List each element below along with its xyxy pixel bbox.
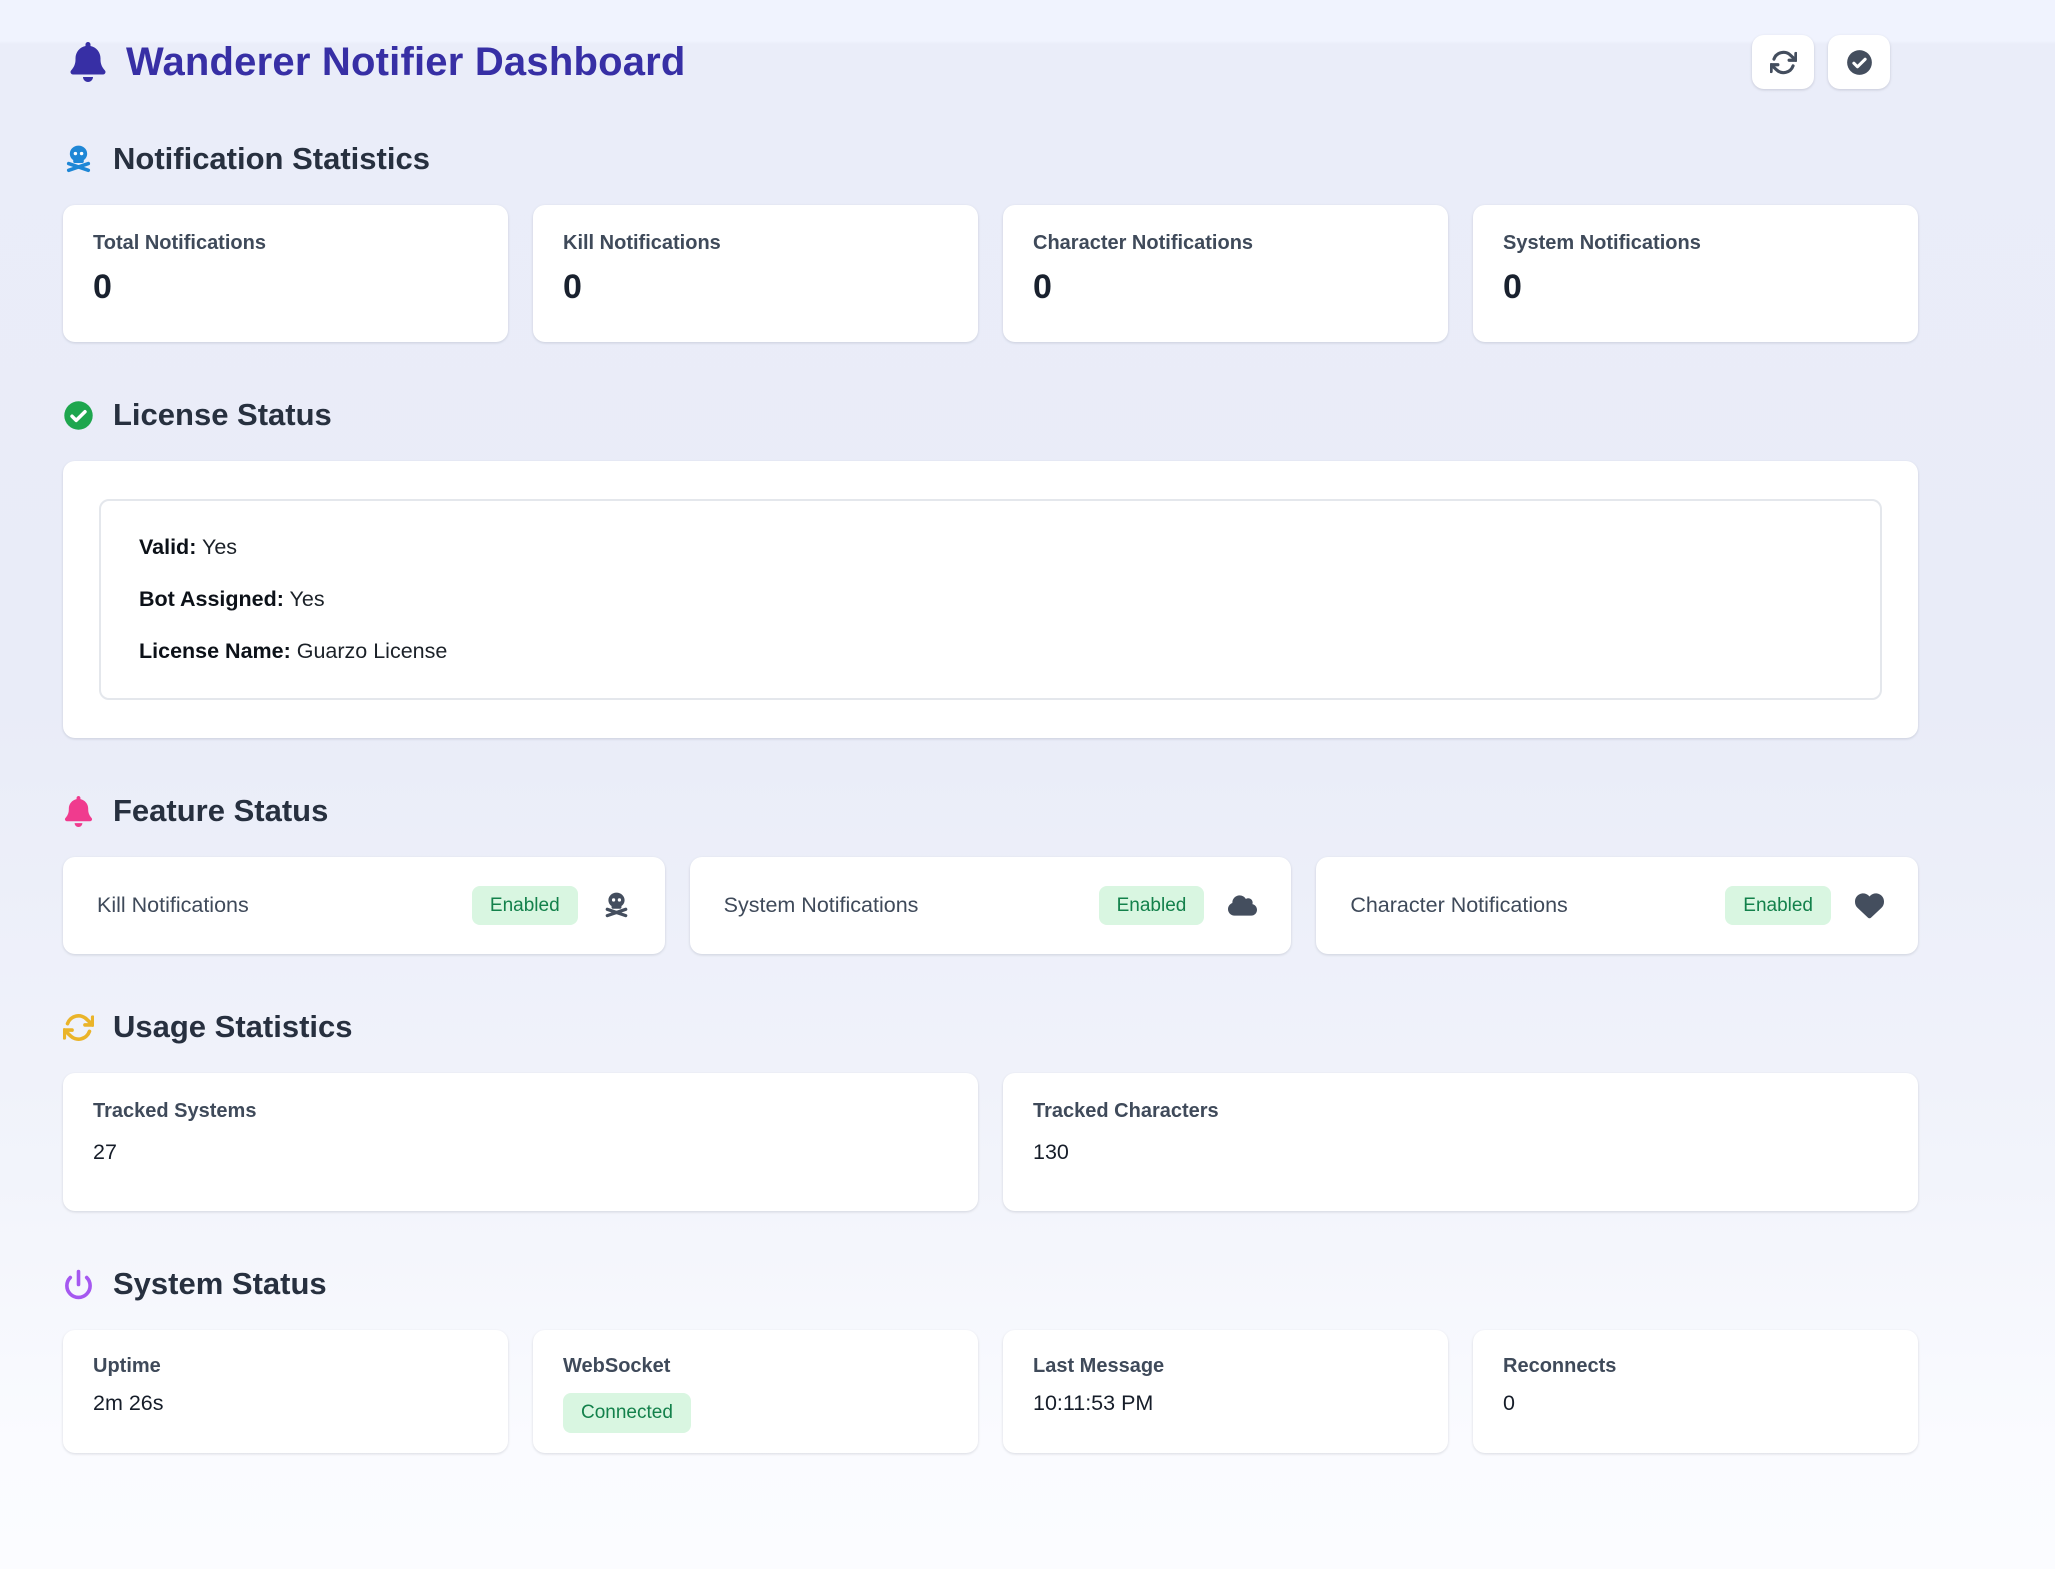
feature-card-kill-notifications: Kill Notifications Enabled — [63, 857, 665, 954]
section-usage-statistics: Usage Statistics Tracked Systems 27 Trac… — [63, 1009, 1918, 1211]
system-card-websocket: WebSocket Connected — [533, 1330, 978, 1453]
license-details-panel: Valid: Yes Bot Assigned: Yes License Nam… — [99, 499, 1882, 700]
section-license-status: License Status Valid: Yes Bot Assigned: … — [63, 397, 1918, 738]
cloud-icon — [1228, 891, 1257, 920]
field-value: Yes — [290, 587, 325, 611]
section-header: Usage Statistics — [63, 1009, 1918, 1045]
license-row-valid: Valid: Yes — [139, 535, 1842, 560]
license-row-license-name: License Name: Guarzo License — [139, 639, 1842, 664]
stat-label: Kill Notifications — [563, 232, 948, 255]
refresh-button[interactable] — [1752, 35, 1814, 89]
system-value: 0 — [1503, 1391, 1888, 1416]
usage-card-tracked-systems: Tracked Systems 27 — [63, 1073, 978, 1211]
page-title: Wanderer Notifier Dashboard — [126, 40, 686, 85]
section-notification-statistics: Notification Statistics Total Notificati… — [63, 141, 1918, 342]
system-card-uptime: Uptime 2m 26s — [63, 1330, 508, 1453]
system-label: Last Message — [1033, 1355, 1418, 1378]
field-value: Guarzo License — [297, 639, 448, 663]
header-toolbar — [1752, 35, 1890, 89]
stat-card-kill-notifications: Kill Notifications 0 — [533, 205, 978, 342]
feature-label: Kill Notifications — [97, 893, 249, 918]
section-header: Feature Status — [63, 793, 1918, 829]
stat-card-system-notifications: System Notifications 0 — [1473, 205, 1918, 342]
field-label: License Name: — [139, 639, 291, 663]
bell-icon — [63, 796, 94, 827]
feature-label: System Notifications — [724, 893, 919, 918]
section-header: License Status — [63, 397, 1918, 433]
system-label: Reconnects — [1503, 1355, 1888, 1378]
license-row-bot-assigned: Bot Assigned: Yes — [139, 587, 1842, 612]
stat-value: 0 — [1503, 268, 1888, 307]
section-title: Notification Statistics — [113, 141, 430, 177]
system-card-reconnects: Reconnects 0 — [1473, 1330, 1918, 1453]
status-badge: Enabled — [1725, 886, 1831, 926]
field-label: Bot Assigned: — [139, 587, 284, 611]
status-ok-button[interactable] — [1828, 35, 1890, 89]
system-label: Uptime — [93, 1355, 478, 1378]
stat-card-character-notifications: Character Notifications 0 — [1003, 205, 1448, 342]
field-label: Valid: — [139, 535, 196, 559]
usage-label: Tracked Characters — [1033, 1100, 1888, 1123]
stat-label: System Notifications — [1503, 232, 1888, 255]
stat-label: Character Notifications — [1033, 232, 1418, 255]
check-circle-icon — [63, 400, 94, 431]
app-header: Wanderer Notifier Dashboard — [63, 35, 1918, 89]
license-card: Valid: Yes Bot Assigned: Yes License Nam… — [63, 461, 1918, 738]
feature-label: Character Notifications — [1350, 893, 1567, 918]
section-title: System Status — [113, 1266, 327, 1302]
stat-value: 0 — [1033, 268, 1418, 307]
system-value: 2m 26s — [93, 1391, 478, 1416]
stat-value: 0 — [563, 268, 948, 307]
stat-card-total-notifications: Total Notifications 0 — [63, 205, 508, 342]
skull-crossbones-icon — [63, 144, 94, 175]
title-wrap: Wanderer Notifier Dashboard — [63, 40, 686, 85]
feature-card-system-notifications: System Notifications Enabled — [690, 857, 1292, 954]
bell-icon — [70, 42, 106, 82]
feature-card-character-notifications: Character Notifications Enabled — [1316, 857, 1918, 954]
dashboard-page: Wanderer Notifier Dashboard Notification… — [0, 0, 2055, 1569]
refresh-icon — [1770, 49, 1797, 76]
system-value: 10:11:53 PM — [1033, 1391, 1418, 1416]
section-title: Usage Statistics — [113, 1009, 353, 1045]
section-title: License Status — [113, 397, 332, 433]
section-feature-status: Feature Status Kill Notifications Enable… — [63, 793, 1918, 954]
websocket-status-badge: Connected — [563, 1393, 691, 1433]
power-icon — [63, 1269, 94, 1300]
system-card-last-message: Last Message 10:11:53 PM — [1003, 1330, 1448, 1453]
system-label: WebSocket — [563, 1355, 948, 1378]
status-badge: Enabled — [472, 886, 578, 926]
skull-crossbones-icon — [602, 891, 631, 920]
heart-icon — [1855, 891, 1884, 920]
usage-value: 27 — [93, 1140, 948, 1165]
status-badge: Enabled — [1099, 886, 1205, 926]
sync-icon — [63, 1012, 94, 1043]
check-circle-icon — [1846, 49, 1873, 76]
section-system-status: System Status Uptime 2m 26s WebSocket Co… — [63, 1266, 1918, 1453]
section-title: Feature Status — [113, 793, 328, 829]
stat-label: Total Notifications — [93, 232, 478, 255]
usage-card-tracked-characters: Tracked Characters 130 — [1003, 1073, 1918, 1211]
section-header: Notification Statistics — [63, 141, 1918, 177]
section-header: System Status — [63, 1266, 1918, 1302]
usage-label: Tracked Systems — [93, 1100, 948, 1123]
stat-value: 0 — [93, 268, 478, 307]
field-value: Yes — [202, 535, 237, 559]
usage-value: 130 — [1033, 1140, 1888, 1165]
